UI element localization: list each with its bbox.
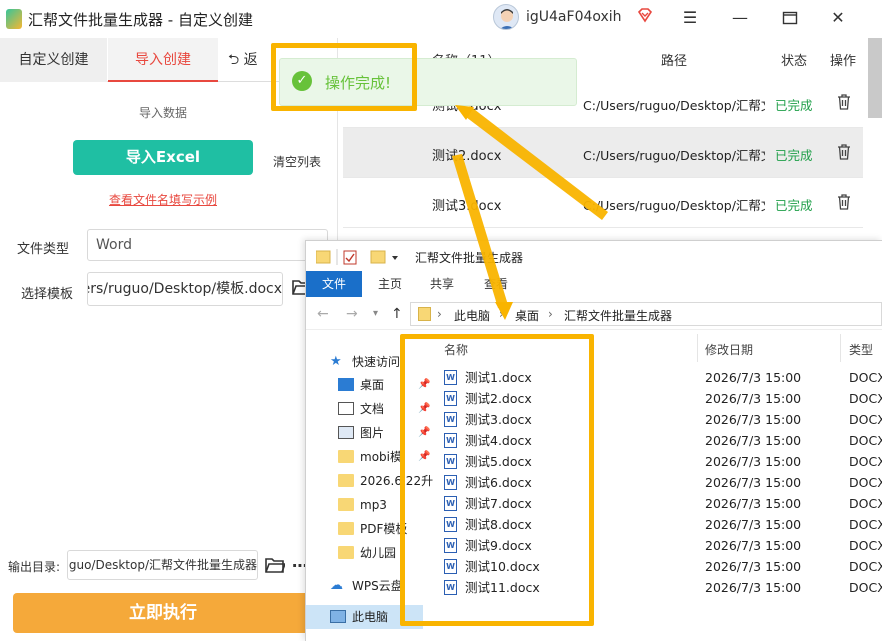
annotation-arrows [452, 105, 608, 320]
